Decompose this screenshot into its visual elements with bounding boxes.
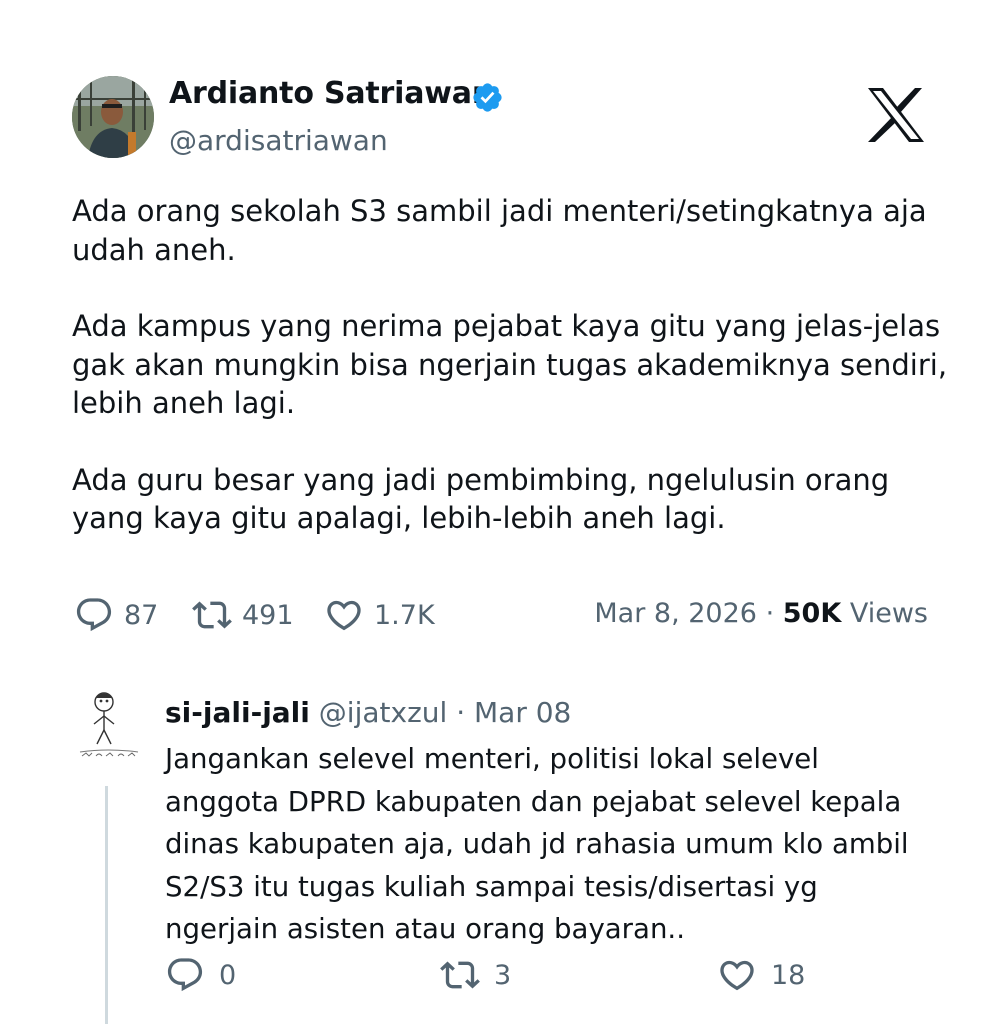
reply-reply-button[interactable]: 0	[165, 955, 236, 995]
reply-separator: ·	[456, 696, 466, 729]
reply-like-button[interactable]: 18	[717, 955, 805, 995]
heart-icon	[327, 600, 361, 631]
author-avatar[interactable]	[72, 76, 154, 158]
x-logo-icon[interactable]	[866, 87, 926, 143]
reply-icon	[76, 598, 112, 632]
reply-button[interactable]: 87	[74, 595, 158, 635]
reply-repost-button[interactable]: 3	[440, 955, 511, 995]
views-count: 50K	[782, 598, 842, 629]
meta-separator: ·	[765, 598, 775, 629]
reply-reply-count: 0	[219, 959, 237, 991]
repost-icon	[440, 961, 480, 989]
like-button[interactable]: 1.7K	[324, 595, 435, 635]
reply-handle[interactable]: @ijatxzul	[319, 696, 448, 729]
author-display-name[interactable]: Ardianto Satriawan	[169, 76, 493, 111]
repost-count: 491	[242, 599, 294, 631]
repost-button[interactable]: 491	[192, 595, 294, 635]
reply-repost-count: 3	[494, 959, 512, 991]
tweet-date[interactable]: Mar 8, 2026	[594, 598, 757, 629]
reply-date[interactable]: Mar 08	[474, 696, 571, 729]
author-handle[interactable]: @ardisatriawan	[169, 124, 388, 157]
views-label: Views	[849, 598, 928, 629]
reply-count: 87	[124, 599, 159, 631]
tweet-paragraph: Ada guru besar yang jadi pembimbing, nge…	[72, 462, 890, 536]
reply-like-count: 18	[771, 959, 806, 991]
repost-icon	[192, 601, 232, 629]
verified-badge-icon	[471, 81, 504, 114]
reply-header: si-jali-jali @ijatxzul · Mar 08	[165, 696, 571, 729]
like-count: 1.7K	[374, 599, 435, 631]
reply-icon	[167, 958, 203, 992]
heart-icon	[720, 960, 754, 991]
tweet-paragraph: Ada orang sekolah S3 sambil jadi menteri…	[72, 194, 927, 267]
reply-author-avatar[interactable]	[78, 686, 140, 766]
tweet-paragraph: Ada kampus yang nerima pejabat kaya gitu…	[72, 309, 948, 420]
reply-display-name[interactable]: si-jali-jali	[165, 696, 310, 729]
thread-line	[105, 786, 108, 1024]
reply-text: Jangankan selevel menteri, politisi loka…	[165, 742, 909, 945]
tweet-text: Ada orang sekolah S3 sambil jadi menteri…	[72, 192, 952, 576]
tweet-meta: Mar 8, 2026 · 50K Views	[594, 598, 928, 629]
